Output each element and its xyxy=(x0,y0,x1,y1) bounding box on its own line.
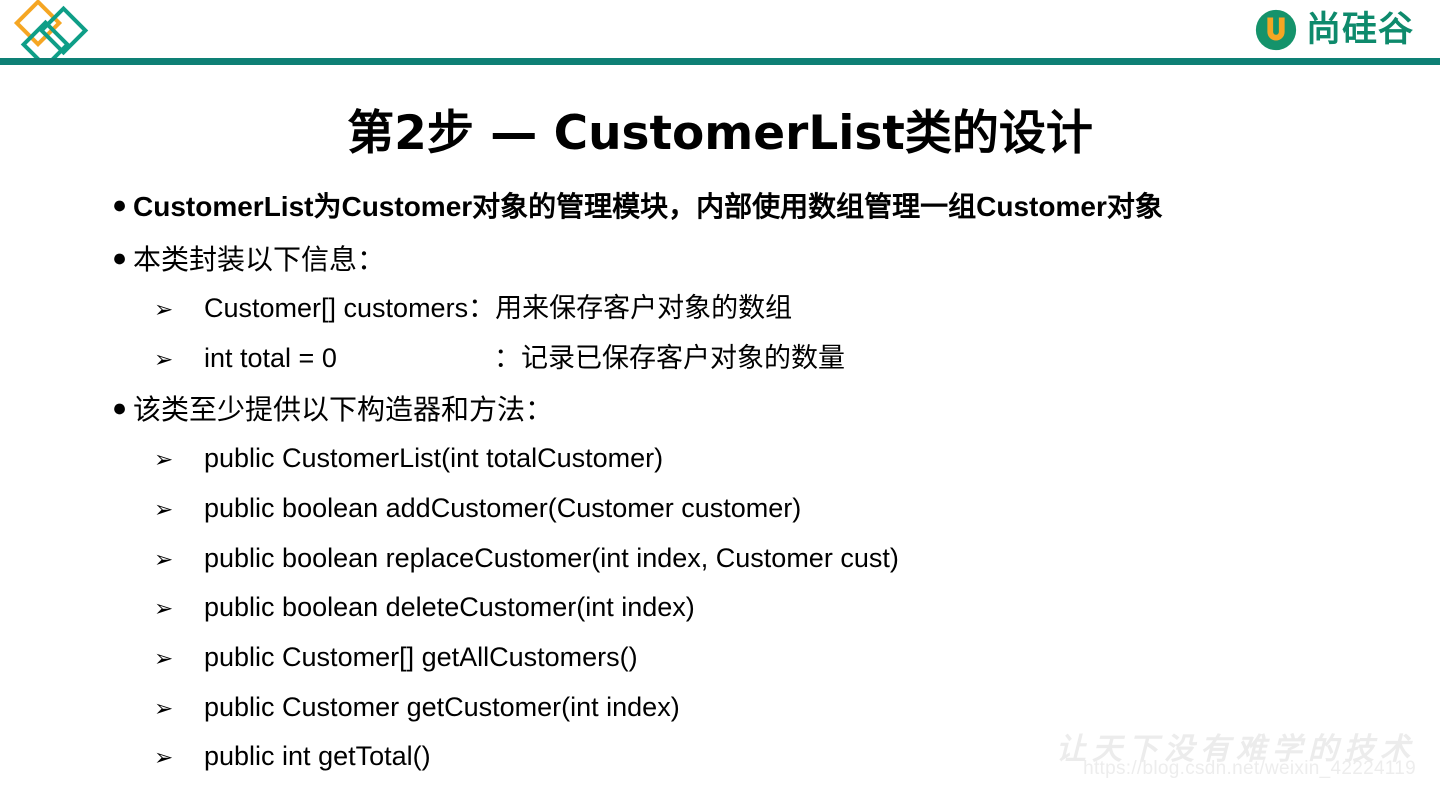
bullet-item-methods-heading: ● 该类至少提供以下构造器和方法： xyxy=(112,391,1372,430)
method-row: ➢ public boolean replaceCustomer(int ind… xyxy=(154,539,1372,579)
bullet-item-fields-heading: ● 本类封装以下信息： xyxy=(112,241,1372,280)
arrow-bullet-icon: ➢ xyxy=(154,346,174,373)
slide-canvas: 尚硅谷 第2步 — CustomerList类的设计 ● CustomerLis… xyxy=(0,0,1440,810)
method-row: ➢ public boolean deleteCustomer(int inde… xyxy=(154,588,1372,628)
brand-name: 尚硅谷 xyxy=(1305,9,1414,50)
bullet-text-methods-heading: 该类至少提供以下构造器和方法： xyxy=(133,393,554,425)
arrow-bullet-icon: ➢ xyxy=(154,297,174,324)
method-signature: public CustomerList(int totalCustomer) xyxy=(204,443,664,474)
field-name-total: int total = 0 xyxy=(204,342,337,373)
method-row: ➢ public Customer[] getAllCustomers() xyxy=(154,638,1372,678)
bullet-text-overview: CustomerList为Customer对象的管理模块，内部使用数组管理一组C… xyxy=(133,191,1163,222)
arrow-bullet-icon: ➢ xyxy=(154,447,174,474)
bullet-text-fields-heading: 本类封装以下信息： xyxy=(133,243,386,275)
field-name-customers: Customer[] customers： xyxy=(204,293,496,324)
dot-bullet-icon: ● xyxy=(112,393,128,422)
method-row: ➢ public CustomerList(int totalCustomer) xyxy=(154,439,1372,479)
arrow-bullet-icon: ➢ xyxy=(154,695,174,722)
brand-logo: 尚硅谷 xyxy=(1253,6,1414,54)
field-desc-total: 记录已保存客户对象的数量 xyxy=(521,342,845,373)
method-signature: public Customer getCustomer(int index) xyxy=(204,691,680,722)
method-signature: public boolean replaceCustomer(int index… xyxy=(204,542,899,573)
method-signature: public int getTotal() xyxy=(204,741,431,772)
method-row: ➢ public int getTotal() xyxy=(154,737,1372,777)
method-signature: public boolean addCustomer(Customer cust… xyxy=(204,492,802,523)
method-signature: public Customer[] getAllCustomers() xyxy=(204,642,638,672)
arrow-bullet-icon: ➢ xyxy=(154,496,174,523)
field-desc-customers: 用来保存客户对象的数组 xyxy=(495,293,793,324)
field-separator-total: ： xyxy=(494,342,521,373)
bullet-item-overview: ● CustomerList为Customer对象的管理模块，内部使用数组管理一… xyxy=(112,188,1372,227)
arrow-bullet-icon: ➢ xyxy=(154,596,174,623)
dot-bullet-icon: ● xyxy=(112,191,128,219)
arrow-bullet-icon: ➢ xyxy=(154,646,174,672)
arrow-bullet-icon: ➢ xyxy=(154,546,174,573)
u-circle-logo-icon xyxy=(1255,9,1297,51)
dot-bullet-icon: ● xyxy=(112,243,128,272)
slide-body: ● CustomerList为Customer对象的管理模块，内部使用数组管理一… xyxy=(112,188,1372,777)
arrow-bullet-icon: ➢ xyxy=(154,745,174,772)
three-diamonds-icon xyxy=(13,0,89,64)
method-row: ➢ public boolean addCustomer(Customer cu… xyxy=(154,489,1372,529)
method-signature: public boolean deleteCustomer(int index) xyxy=(204,592,695,623)
page-title: 第2步 — CustomerList类的设计 xyxy=(347,106,1093,161)
field-row-total: ➢ int total = 0 ： 记录已保存客户对象的数量 xyxy=(154,339,1372,379)
method-row: ➢ public Customer getCustomer(int index) xyxy=(154,688,1372,728)
header-divider xyxy=(0,58,1440,65)
field-row-customers: ➢ Customer[] customers： 用来保存客户对象的数组 xyxy=(154,289,1372,329)
slide-header: 尚硅谷 xyxy=(0,0,1440,66)
